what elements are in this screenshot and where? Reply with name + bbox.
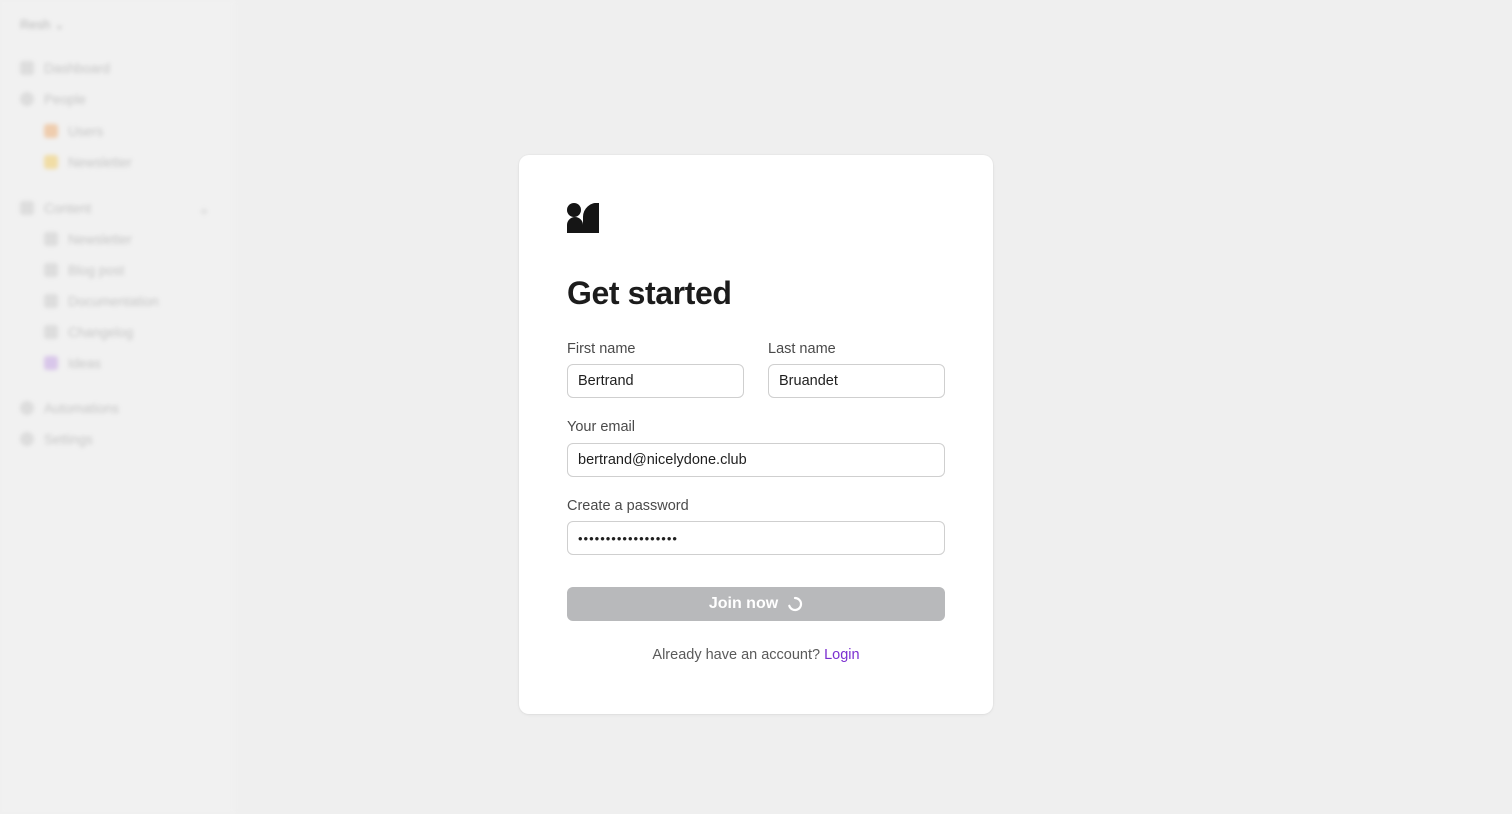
join-now-button[interactable]: Join now: [567, 587, 945, 621]
sidebar-item-changelog[interactable]: Changelog: [44, 323, 133, 341]
email-label: Your email: [567, 419, 635, 435]
document-icon: [44, 294, 58, 308]
loading-spinner-icon: [788, 596, 803, 612]
login-prompt-text: Already have an account?: [652, 647, 821, 663]
sidebar-item-label: Documentation: [68, 293, 159, 309]
signup-card: Get started First name Last name Your em…: [519, 155, 993, 714]
sidebar-item-label: Newsletter: [68, 154, 132, 170]
first-name-label: First name: [567, 341, 636, 357]
pen-icon: [44, 263, 58, 277]
sidebar-item-label: Changelog: [68, 324, 134, 340]
sidebar-item-content[interactable]: Content: [20, 199, 91, 217]
chart-bars-icon: [20, 201, 34, 215]
bulb-icon: [44, 356, 58, 370]
chart-icon: [20, 61, 34, 75]
first-name-input[interactable]: [567, 364, 744, 398]
sidebar-item-blog-post[interactable]: Blog post: [44, 261, 124, 279]
sidebar-item-label: Automations: [44, 400, 120, 416]
sidebar-item-users[interactable]: Users: [44, 122, 103, 140]
sidebar-item-label: Content: [44, 200, 92, 216]
sidebar-item-people[interactable]: People: [20, 90, 86, 108]
sidebar-item-automations[interactable]: Automations: [20, 399, 119, 417]
calendar-icon: [44, 325, 58, 339]
person-icon: [20, 92, 34, 106]
email-input[interactable]: [567, 443, 945, 477]
workspace-switcher[interactable]: Resh ⌄: [20, 17, 65, 33]
last-name-label: Last name: [768, 341, 836, 357]
sidebar-item-dashboard[interactable]: Dashboard: [20, 59, 110, 77]
sidebar-item-newsletter[interactable]: Newsletter: [44, 230, 132, 248]
sidebar-item-ideas[interactable]: Ideas: [44, 354, 101, 372]
users-emoji-icon: [44, 124, 58, 138]
login-prompt: Already have an account? Login: [567, 647, 945, 663]
sidebar-item-label: Newsletter: [68, 231, 132, 247]
join-now-label: Join now: [708, 595, 779, 612]
brand-logo-icon: [567, 203, 599, 233]
password-input[interactable]: [567, 521, 945, 555]
sidebar-item-label: Dashboard: [44, 60, 111, 76]
login-link[interactable]: Login: [824, 647, 859, 663]
sidebar-item-label: People: [44, 91, 87, 107]
hand-emoji-icon: [44, 155, 58, 169]
sidebar: Resh ⌄ Dashboard People Users Newsletter…: [0, 0, 236, 814]
sidebar-item-newsletter-people[interactable]: Newsletter: [44, 153, 132, 171]
chevron-down-icon: ⌄: [53, 17, 65, 32]
newspaper-icon: [44, 232, 58, 246]
sidebar-item-label: Users: [68, 123, 104, 139]
password-label: Create a password: [567, 498, 689, 514]
workspace-name: Resh: [20, 17, 51, 32]
sidebar-item-settings[interactable]: Settings: [20, 430, 93, 448]
automation-icon: [20, 401, 34, 415]
gear-icon: [20, 432, 34, 446]
add-content-button[interactable]: +: [200, 203, 208, 219]
sidebar-item-label: Ideas: [68, 355, 102, 371]
page-title: Get started: [567, 275, 732, 311]
sidebar-item-documentation[interactable]: Documentation: [44, 292, 159, 310]
sidebar-item-label: Settings: [44, 431, 93, 447]
sidebar-item-label: Blog post: [68, 262, 125, 278]
last-name-input[interactable]: [768, 364, 945, 398]
